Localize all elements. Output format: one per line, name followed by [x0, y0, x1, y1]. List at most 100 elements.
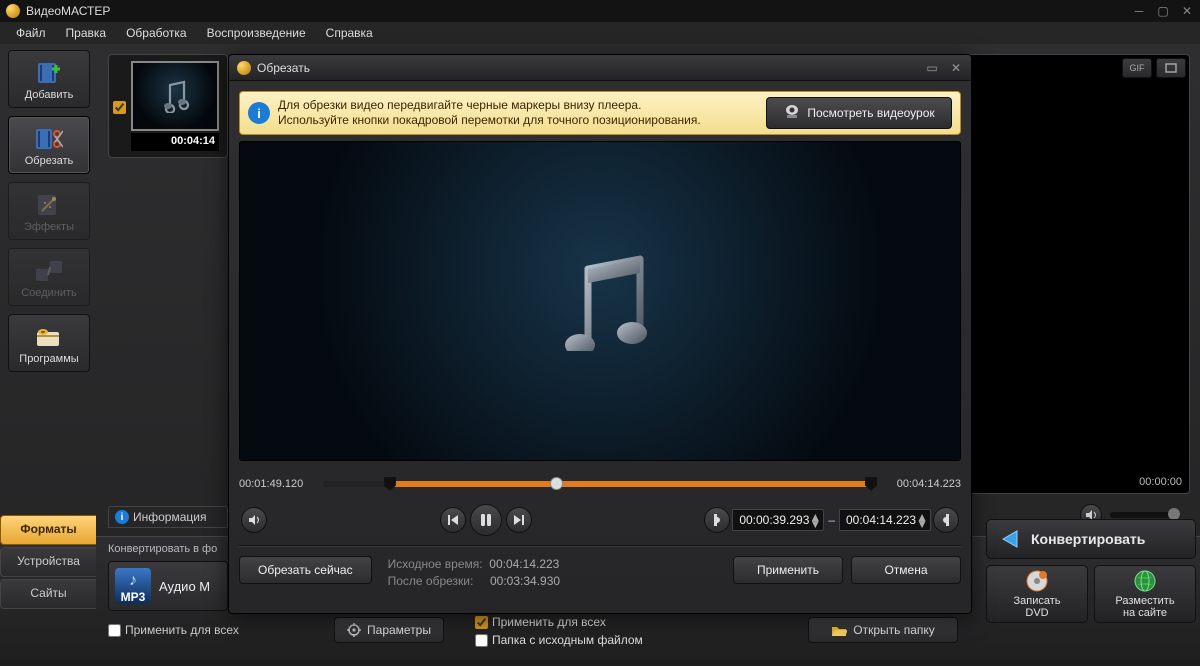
programs-button[interactable]: Программы — [8, 314, 90, 372]
cut-now-button[interactable]: Обрезать сейчас — [239, 556, 372, 584]
dialog-title: Обрезать — [257, 61, 925, 75]
trim-range — [389, 481, 871, 487]
dialog-close-button[interactable]: ✕ — [949, 62, 963, 74]
apply-button[interactable]: Применить — [733, 556, 843, 584]
effects-icon — [35, 192, 63, 218]
next-frame-button[interactable] — [506, 507, 532, 533]
convert-format-label: Конвертировать в фо — [108, 543, 217, 555]
main-preview-time: 00:00:00 — [1139, 476, 1182, 488]
main-body: Добавить Обрезать Эффекты Соединить Прог… — [0, 44, 1200, 666]
clip-thumbnail-image — [131, 61, 219, 131]
cut-button[interactable]: Обрезать — [8, 116, 90, 174]
tab-sites[interactable]: Сайты — [0, 579, 96, 609]
left-toolbar: Добавить Обрезать Эффекты Соединить Прог… — [8, 50, 96, 380]
add-button[interactable]: Добавить — [8, 50, 90, 108]
convert-label: Конвертировать — [1031, 531, 1145, 547]
open-folder-button[interactable]: Открыть папку — [808, 617, 958, 643]
mp3-icon: MP3 — [115, 568, 151, 604]
format-label: Аудио M — [159, 579, 210, 594]
cut-duration-info: Исходное время: 00:04:14.223 После обрез… — [388, 556, 570, 590]
dialog-bottom-row: Обрезать сейчас Исходное время: 00:04:14… — [239, 556, 961, 590]
publish-button[interactable]: Разместить на сайте — [1094, 565, 1196, 623]
menu-help[interactable]: Справка — [318, 24, 381, 42]
dialog-divider — [239, 545, 961, 546]
maximize-button[interactable]: ▢ — [1156, 5, 1170, 17]
music-note-icon — [550, 251, 650, 351]
prev-frame-button[interactable] — [440, 507, 466, 533]
programs-icon — [35, 324, 63, 350]
in-time-spinner[interactable]: ▲▼ — [809, 514, 821, 527]
dialog-minimize-button[interactable]: ▭ — [925, 62, 939, 74]
info-icon: i — [115, 510, 129, 524]
playback-controls: 00:00:39.293 ▲▼ – 00:04:14.223 ▲▼ — [239, 505, 961, 535]
add-icon — [35, 60, 63, 86]
burn-dvd-label: Записать DVD — [1013, 595, 1060, 619]
publish-label: Разместить на сайте — [1115, 595, 1174, 619]
source-folder-checkbox[interactable] — [475, 634, 488, 647]
apply-all-output-checkbox[interactable] — [475, 616, 488, 629]
convert-button[interactable]: Конвертировать — [986, 519, 1196, 559]
cancel-button[interactable]: Отмена — [851, 556, 961, 584]
volume-button[interactable] — [241, 507, 267, 533]
out-time-input[interactable]: 00:04:14.223 ▲▼ — [839, 509, 931, 531]
dialog-preview — [239, 141, 961, 461]
trim-end-marker[interactable] — [865, 477, 877, 491]
programs-label: Программы — [19, 353, 78, 365]
menu-process[interactable]: Обработка — [118, 24, 195, 42]
slider-time-right: 00:04:14.223 — [883, 478, 961, 490]
folder-icon — [831, 624, 847, 637]
dialog-titlebar[interactable]: Обрезать ▭ ✕ — [229, 55, 971, 81]
clip-checkbox[interactable] — [113, 101, 126, 114]
cut-label: Обрезать — [25, 155, 74, 167]
play-pause-button[interactable] — [470, 504, 502, 536]
clip-thumbnail[interactable]: 00:04:14 — [108, 54, 228, 158]
out-time-spinner[interactable]: ▲▼ — [916, 514, 928, 527]
dialog-tip-banner: i Для обрезки видео передвигайте черные … — [239, 91, 961, 135]
burn-dvd-button[interactable]: Записать DVD — [986, 565, 1088, 623]
app-title: ВидеоМАСТЕР — [26, 4, 1132, 18]
menu-edit[interactable]: Правка — [58, 24, 115, 42]
menu-playback[interactable]: Воспроизведение — [199, 24, 314, 42]
gif-button[interactable]: GIF — [1122, 58, 1152, 78]
gear-icon — [347, 623, 361, 637]
watch-tutorial-button[interactable]: Посмотреть видеоурок — [766, 97, 952, 129]
format-selector[interactable]: MP3 Аудио M — [108, 561, 228, 611]
info-icon: i — [248, 102, 270, 124]
tab-formats[interactable]: Форматы — [0, 515, 96, 545]
cut-icon — [35, 126, 63, 152]
info-tab-label: Информация — [133, 510, 206, 524]
menu-file[interactable]: Файл — [8, 24, 54, 42]
parameters-button[interactable]: Параметры — [334, 617, 444, 643]
globe-icon — [1132, 569, 1158, 593]
in-time-input[interactable]: 00:00:39.293 ▲▼ — [732, 509, 824, 531]
set-in-button[interactable] — [704, 507, 730, 533]
apply-all-output[interactable]: Применить для всех — [475, 615, 606, 629]
close-button[interactable]: ✕ — [1180, 5, 1194, 17]
main-volume-slider[interactable] — [1110, 512, 1180, 518]
cut-dialog: Обрезать ▭ ✕ i Для обрезки видео передви… — [228, 54, 972, 614]
fullscreen-button[interactable] — [1156, 58, 1186, 78]
effects-button: Эффекты — [8, 182, 90, 240]
apply-all-formats[interactable]: Применить для всех — [108, 623, 239, 637]
join-button: Соединить — [8, 248, 90, 306]
main-menubar: Файл Правка Обработка Воспроизведение Сп… — [0, 22, 1200, 44]
playhead-thumb[interactable] — [550, 477, 563, 490]
trim-track[interactable] — [323, 474, 877, 494]
set-out-button[interactable] — [933, 507, 959, 533]
join-label: Соединить — [21, 287, 77, 299]
source-folder-option[interactable]: Папка с исходным файлом — [475, 633, 643, 647]
slider-time-left: 00:01:49.120 — [239, 478, 317, 490]
effects-label: Эффекты — [24, 221, 74, 233]
app-icon — [6, 4, 20, 18]
webcam-icon — [783, 104, 801, 122]
trim-start-marker[interactable] — [384, 477, 396, 491]
convert-icon — [997, 526, 1023, 552]
tab-devices[interactable]: Устройства — [0, 547, 96, 577]
apply-all-formats-checkbox[interactable] — [108, 624, 121, 637]
info-tab[interactable]: i Информация — [108, 506, 228, 528]
trim-slider-row: 00:01:49.120 00:04:14.223 — [239, 471, 961, 497]
clip-duration: 00:04:14 — [131, 133, 219, 151]
dvd-icon — [1024, 569, 1050, 593]
add-label: Добавить — [25, 89, 74, 101]
minimize-button[interactable]: ─ — [1132, 5, 1146, 17]
